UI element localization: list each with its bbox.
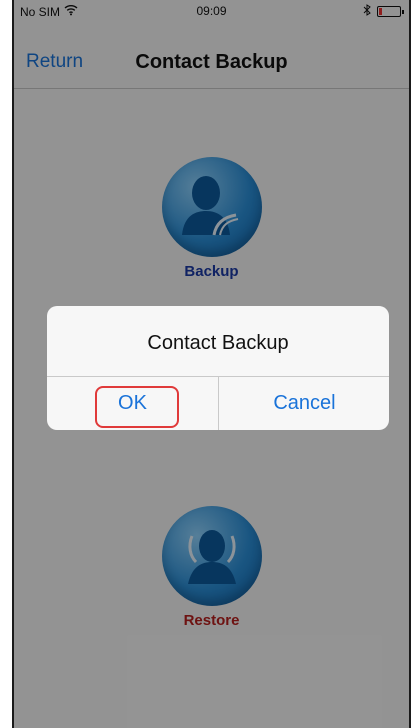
alert-title: Contact Backup: [147, 332, 289, 354]
ok-button[interactable]: OK: [47, 377, 218, 430]
cancel-button[interactable]: Cancel: [219, 377, 389, 430]
phone-frame: No SIM 09:09 Return Contact Backup Backu…: [12, 0, 411, 728]
ok-label: OK: [118, 392, 147, 414]
contact-backup-alert: Contact Backup OK Cancel: [47, 306, 389, 430]
cancel-label: Cancel: [273, 392, 336, 414]
